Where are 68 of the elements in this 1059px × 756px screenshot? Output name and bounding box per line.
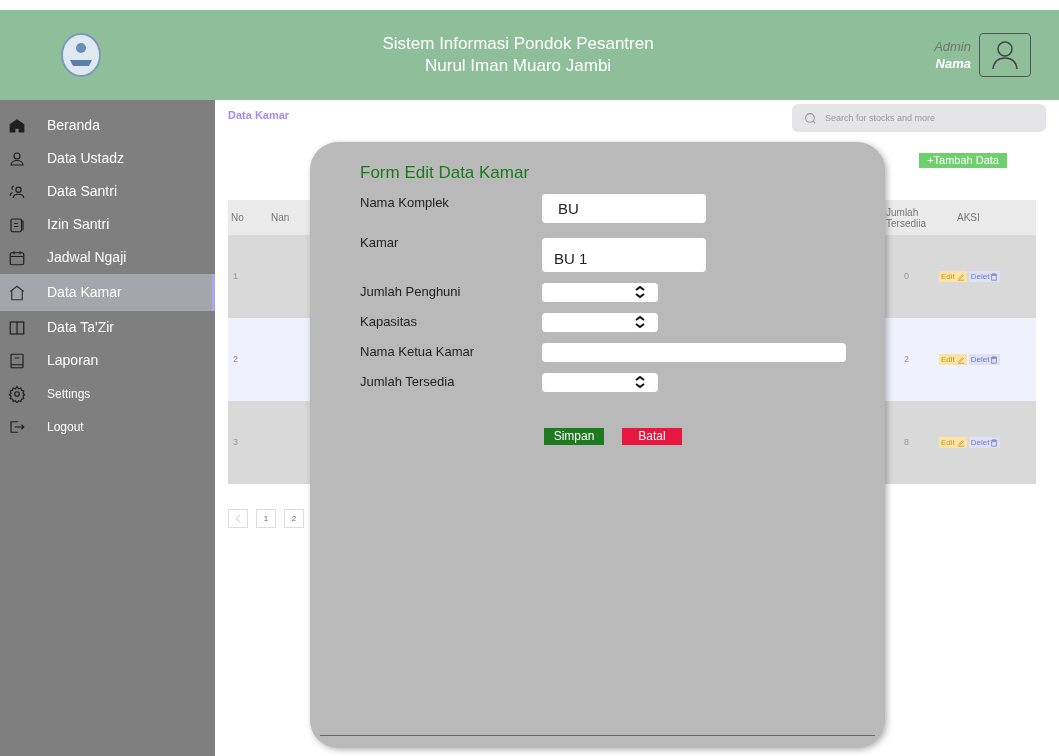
chevron-left-icon	[235, 514, 241, 523]
trash-icon	[990, 355, 999, 364]
text-input[interactable]: BU 1	[542, 237, 706, 272]
field-label: Kamar	[360, 233, 400, 252]
edit-button[interactable]: Edit	[939, 271, 967, 282]
sidebar-item[interactable]: Jadwal Ngaji	[0, 241, 215, 274]
sidebar-item[interactable]: Logout	[0, 410, 215, 443]
book-icon	[8, 318, 26, 337]
field-label: Kapasitas	[360, 312, 419, 331]
stepper-icon	[634, 285, 646, 299]
app-title: Nurul Iman Muaro Jambi	[425, 55, 612, 77]
sidebar-item[interactable]: Izin Santri	[0, 208, 215, 241]
search-icon	[804, 112, 817, 125]
users-icon	[8, 182, 26, 201]
app-title: Sistem Informasi Pondok Pesantren	[382, 33, 654, 55]
column-header: No	[231, 211, 245, 225]
field-label: Nama Komplek	[360, 193, 450, 212]
user-role: Admin	[934, 38, 971, 55]
modal-title: Form Edit Data Kamar	[360, 162, 531, 184]
breadcrumb: Data Kamar	[228, 108, 290, 123]
column-header: AKSI	[957, 212, 980, 223]
search-field[interactable]: Search for stocks and more	[792, 104, 1046, 132]
edit-button[interactable]: Edit	[939, 437, 967, 448]
prev-page-button[interactable]	[228, 509, 248, 528]
calendar-icon	[8, 248, 26, 267]
stepper-icon	[634, 375, 646, 389]
sidebar-item[interactable]: Data Kamar	[0, 274, 215, 311]
pencil-icon	[956, 272, 965, 281]
cancel-button[interactable]: Batal	[622, 427, 682, 445]
delete-button[interactable]: Delet	[968, 354, 1001, 365]
delete-button[interactable]: Delet	[968, 271, 1001, 282]
sidebar-item[interactable]: Settings	[0, 377, 215, 410]
table-cell-text: 2	[233, 352, 238, 366]
avatar-icon[interactable]	[979, 33, 1031, 77]
house-icon	[8, 283, 26, 302]
sidebar-item[interactable]: Data Ta'Zir	[0, 311, 215, 344]
tablet-icon	[8, 351, 26, 370]
edit-button[interactable]: Edit	[939, 354, 967, 365]
user-icon	[8, 149, 26, 168]
pencil-icon	[956, 438, 965, 447]
pencil-icon	[956, 355, 965, 364]
sidebar-item[interactable]: Beranda	[0, 109, 215, 142]
stepper-icon	[634, 315, 646, 329]
delete-button[interactable]: Delet	[968, 437, 1001, 448]
page-button[interactable]: 1	[256, 509, 276, 528]
page-button[interactable]: 2	[284, 509, 304, 528]
field-label: Jumlah Penghuni	[360, 282, 462, 301]
sidebar-item[interactable]: Data Ustadz	[0, 142, 215, 175]
number-input[interactable]	[542, 312, 658, 332]
trash-icon	[990, 272, 999, 281]
number-input[interactable]	[542, 372, 658, 392]
field-label: Jumlah Tersedia	[360, 372, 456, 391]
text-input[interactable]	[542, 342, 846, 362]
field-label: Nama Ketua Kamar	[360, 342, 476, 361]
user-name: Nama	[935, 55, 971, 72]
save-button[interactable]: Simpan	[544, 427, 604, 445]
text-input[interactable]: BU	[542, 193, 706, 223]
table-cell-text: 2	[903, 352, 910, 366]
number-input[interactable]	[542, 282, 658, 302]
sidebar-item[interactable]: Data Santri	[0, 175, 215, 208]
column-header: Nan	[271, 211, 290, 225]
document-icon	[8, 215, 26, 234]
table-cell-text: 1	[233, 269, 238, 283]
column-header: Jumlah Tersediia	[885, 206, 928, 229]
logo-icon	[60, 32, 102, 78]
trash-icon	[990, 438, 999, 447]
sidebar-item[interactable]: Laporan	[0, 344, 215, 377]
settings-icon	[8, 384, 26, 403]
